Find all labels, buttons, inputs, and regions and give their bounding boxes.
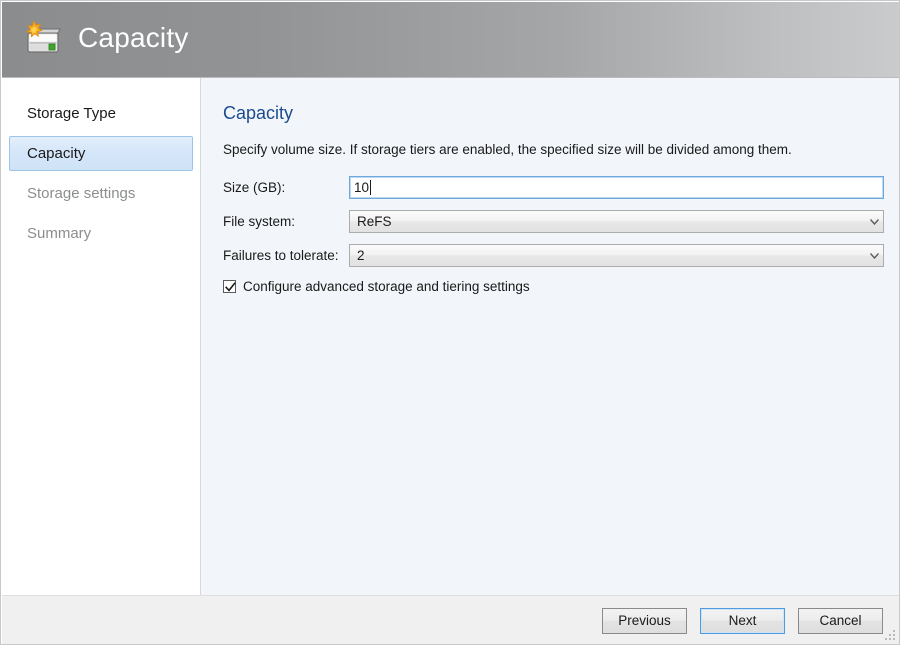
sidebar-item-capacity[interactable]: Capacity bbox=[9, 136, 193, 171]
sidebar-item-storage-settings[interactable]: Storage settings bbox=[9, 176, 193, 211]
cancel-button[interactable]: Cancel bbox=[798, 608, 883, 634]
resize-grip[interactable] bbox=[884, 629, 897, 642]
text-caret bbox=[370, 180, 371, 195]
wizard-window: Capacity Storage Type Capacity Storage s… bbox=[0, 0, 900, 645]
sidebar-item-label: Summary bbox=[27, 225, 91, 242]
page-title: Capacity bbox=[223, 104, 884, 122]
sidebar-item-label: Capacity bbox=[27, 145, 85, 162]
file-system-value: ReFS bbox=[357, 214, 392, 229]
chevron-down-icon[interactable] bbox=[866, 245, 883, 266]
checkbox-checked-icon[interactable] bbox=[223, 280, 236, 293]
size-input-value: 10 bbox=[354, 180, 369, 195]
failures-to-tolerate-value: 2 bbox=[357, 248, 365, 263]
main-content-panel: Capacity Specify volume size. If storage… bbox=[201, 78, 900, 595]
window-title: Capacity bbox=[78, 24, 189, 55]
file-system-label: File system: bbox=[223, 215, 349, 229]
advanced-settings-checkbox-row[interactable]: Configure advanced storage and tiering s… bbox=[223, 280, 884, 294]
next-button[interactable]: Next bbox=[700, 608, 785, 634]
form-row-failures-to-tolerate: Failures to tolerate: 2 bbox=[223, 244, 884, 267]
sidebar-item-label: Storage settings bbox=[27, 185, 135, 202]
wizard-footer: Previous Next Cancel bbox=[2, 595, 900, 645]
size-label: Size (GB): bbox=[223, 181, 349, 195]
failures-to-tolerate-label: Failures to tolerate: bbox=[223, 249, 349, 263]
failures-to-tolerate-select[interactable]: 2 bbox=[349, 244, 884, 267]
sidebar-item-storage-type[interactable]: Storage Type bbox=[9, 96, 193, 131]
sidebar-item-label: Storage Type bbox=[27, 105, 116, 122]
file-system-select[interactable]: ReFS bbox=[349, 210, 884, 233]
page-description: Specify volume size. If storage tiers ar… bbox=[223, 142, 884, 158]
storage-volume-new-icon bbox=[20, 19, 66, 61]
wizard-step-sidebar: Storage Type Capacity Storage settings S… bbox=[2, 78, 201, 595]
title-bar: Capacity bbox=[2, 2, 900, 78]
size-input[interactable]: 10 bbox=[349, 176, 884, 199]
form-row-size: Size (GB): 10 bbox=[223, 176, 884, 199]
chevron-down-icon[interactable] bbox=[866, 211, 883, 232]
wizard-body: Storage Type Capacity Storage settings S… bbox=[2, 78, 900, 595]
form-row-file-system: File system: ReFS bbox=[223, 210, 884, 233]
previous-button[interactable]: Previous bbox=[602, 608, 687, 634]
sidebar-item-summary[interactable]: Summary bbox=[9, 216, 193, 251]
advanced-settings-checkbox-label: Configure advanced storage and tiering s… bbox=[243, 280, 530, 294]
